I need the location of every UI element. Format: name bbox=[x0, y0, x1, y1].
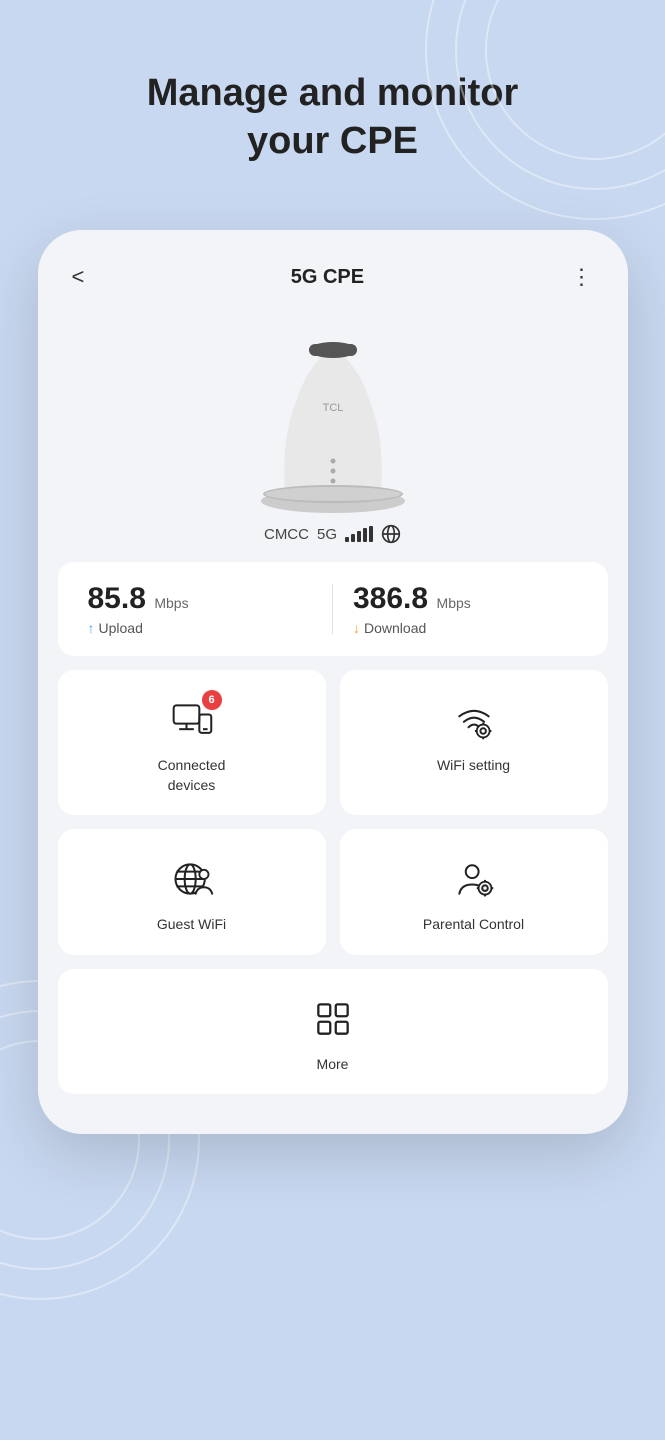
wifi-setting-icon bbox=[452, 698, 496, 742]
signal-bar-2 bbox=[351, 534, 355, 542]
wifi-setting-label: WiFi setting bbox=[437, 756, 510, 776]
signal-bar-4 bbox=[363, 528, 367, 542]
device-area: TCL CMCC 5G bbox=[38, 306, 628, 562]
upload-speed: 85.8 Mbps ↑ Upload bbox=[88, 582, 313, 636]
signal-bars bbox=[345, 526, 373, 542]
page-title: 5G CPE bbox=[291, 266, 364, 289]
phone-header: < 5G CPE ⋮ bbox=[38, 230, 628, 306]
more-grid-icon bbox=[311, 997, 355, 1041]
upload-value: 85.8 bbox=[88, 582, 146, 615]
network-type-label: 5G bbox=[317, 526, 337, 543]
download-unit: Mbps bbox=[437, 595, 471, 611]
more-menu-button[interactable]: ⋮ bbox=[565, 258, 600, 296]
wifi-setting-icon-wrap bbox=[448, 694, 500, 746]
guest-wifi-icon-wrap bbox=[166, 853, 218, 905]
guest-wifi-icon bbox=[170, 857, 214, 901]
more-label: More bbox=[317, 1055, 349, 1075]
upload-unit: Mbps bbox=[154, 595, 188, 611]
back-button[interactable]: < bbox=[66, 258, 91, 296]
speed-divider bbox=[332, 584, 333, 634]
parental-control-icon bbox=[452, 857, 496, 901]
carrier-label: CMCC bbox=[264, 526, 309, 543]
signal-bar-1 bbox=[345, 537, 349, 542]
phone-shell: < 5G CPE ⋮ TCL bbox=[38, 230, 628, 1134]
upload-label: ↑ Upload bbox=[88, 620, 313, 636]
connected-devices-badge: 6 bbox=[202, 690, 222, 710]
parental-control-icon-wrap bbox=[448, 853, 500, 905]
parental-control-label: Parental Control bbox=[423, 915, 524, 935]
download-value: 386.8 bbox=[353, 582, 428, 615]
download-label: ↓ Download bbox=[353, 620, 578, 636]
guest-wifi-label: Guest WiFi bbox=[157, 915, 226, 935]
upload-arrow-icon: ↑ bbox=[88, 620, 95, 636]
more-card[interactable]: More bbox=[58, 969, 608, 1095]
speed-card: 85.8 Mbps ↑ Upload 386.8 Mbps ↓ Download bbox=[58, 562, 608, 656]
connected-devices-label: Connecteddevices bbox=[158, 756, 226, 795]
parental-control-card[interactable]: Parental Control bbox=[340, 829, 608, 955]
hero-title: Manage and monitor your CPE bbox=[0, 0, 665, 165]
signal-bar-3 bbox=[357, 531, 361, 542]
download-speed: 386.8 Mbps ↓ Download bbox=[353, 582, 578, 636]
globe-icon bbox=[381, 524, 401, 544]
feature-grid: 6 Connecteddevices bbox=[58, 670, 608, 1094]
svg-text:TCL: TCL bbox=[322, 402, 343, 414]
connected-devices-icon-wrap: 6 bbox=[166, 694, 218, 746]
network-status-bar: CMCC 5G bbox=[264, 524, 401, 544]
wifi-setting-card[interactable]: WiFi setting bbox=[340, 670, 608, 815]
router-image: TCL bbox=[243, 316, 423, 516]
download-arrow-icon: ↓ bbox=[353, 620, 360, 636]
connected-devices-card[interactable]: 6 Connecteddevices bbox=[58, 670, 326, 815]
more-icon-wrap bbox=[307, 993, 359, 1045]
guest-wifi-card[interactable]: Guest WiFi bbox=[58, 829, 326, 955]
signal-bar-5 bbox=[369, 526, 373, 542]
